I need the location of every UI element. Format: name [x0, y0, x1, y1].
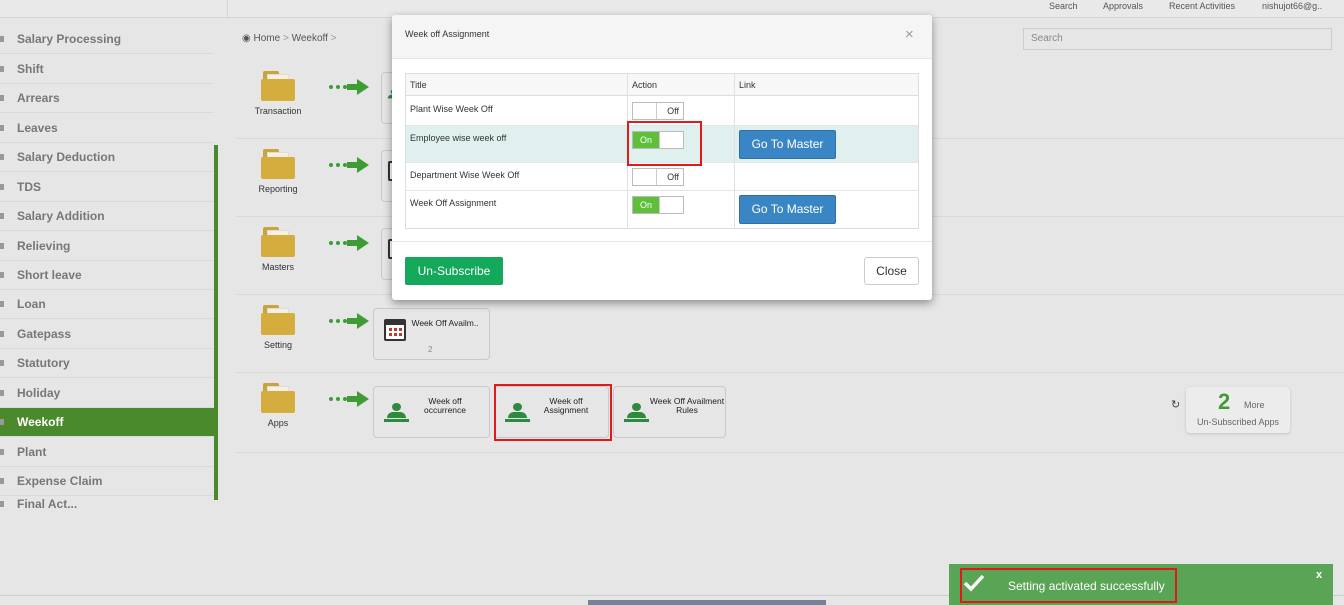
home-icon: ◉: [242, 33, 251, 44]
folder-icon: [261, 227, 295, 257]
row-title: Week Off Assignment: [410, 198, 497, 208]
column-divider: [734, 74, 735, 228]
refresh-icon[interactable]: ↻: [1171, 398, 1180, 411]
toggle-state: Off: [667, 172, 679, 182]
row-setting: Setting Week Off Availm.. 2: [236, 295, 1344, 373]
column-header-title: Title: [406, 74, 628, 96]
row-apps: Apps Week off occurrence Week off Assign…: [236, 373, 1344, 453]
breadcrumb-home[interactable]: Home: [254, 33, 281, 44]
folder-icon: [261, 305, 295, 335]
toast-close-icon[interactable]: x: [1316, 569, 1322, 581]
logo-area: [0, 0, 228, 18]
breadcrumb-separator: >: [282, 33, 289, 44]
modal-header: Week off Assignment ×: [392, 15, 932, 59]
arrow-right-icon: [329, 391, 369, 407]
top-user-link[interactable]: nishujot66@g..: [1262, 1, 1322, 11]
toggle-state: On: [633, 197, 659, 213]
user-icon: [624, 399, 650, 423]
row-label: Reporting: [258, 184, 298, 194]
row-label: Apps: [267, 418, 289, 428]
sidebar: Salary Processing Shift Arrears Leaves S…: [0, 25, 218, 510]
row-label: Setting: [263, 340, 293, 350]
sidebar-item-holiday[interactable]: Holiday: [0, 379, 214, 408]
sidebar-item-shift[interactable]: Shift: [0, 55, 214, 84]
top-recent-activities-link[interactable]: Recent Activities: [1169, 1, 1235, 11]
search-input[interactable]: Search: [1023, 28, 1332, 50]
column-header-action: Action: [628, 74, 735, 96]
more-count: 2: [1218, 389, 1231, 414]
breadcrumb-separator: >: [330, 33, 337, 44]
modal-close-icon[interactable]: ×: [905, 27, 914, 42]
sidebar-item-arrears[interactable]: Arrears: [0, 84, 214, 113]
sidebar-item-salary-processing[interactable]: Salary Processing: [0, 25, 214, 54]
more-label: More: [1244, 400, 1265, 410]
app-card-week-off-availment-rules[interactable]: Week Off Availment Rules: [613, 386, 726, 438]
row-title: Employee wise week off: [410, 133, 507, 143]
sidebar-item-relieving[interactable]: Relieving: [0, 232, 214, 261]
highlight-box: [627, 121, 702, 166]
toggle-week-off-assignment[interactable]: On: [632, 196, 684, 214]
sidebar-item-loan[interactable]: Loan: [0, 290, 214, 319]
sidebar-item-gatepass[interactable]: Gatepass: [0, 320, 214, 349]
sidebar-item-leaves[interactable]: Leaves: [0, 114, 214, 143]
breadcrumb: ◉ Home > Weekoff >: [242, 33, 337, 44]
sidebar-item-salary-deduction[interactable]: Salary Deduction: [0, 143, 214, 172]
sidebar-item-salary-addition[interactable]: Salary Addition: [0, 202, 214, 231]
go-to-master-button[interactable]: Go To Master: [739, 195, 836, 224]
app-card-week-off-availment[interactable]: Week Off Availm.. 2: [373, 308, 490, 360]
sidebar-item-short-leave[interactable]: Short leave: [0, 261, 214, 290]
table-row: Department Wise Week Off Off: [406, 163, 918, 191]
row-title: Plant Wise Week Off: [410, 104, 493, 114]
folder-icon: [261, 383, 295, 413]
sidebar-item-tds[interactable]: TDS: [0, 173, 214, 202]
top-search-link[interactable]: Search: [1049, 1, 1078, 11]
row-label: Masters: [261, 262, 294, 272]
column-header-link: Link: [735, 74, 918, 96]
user-icon: [384, 399, 410, 423]
app-card-week-off-occurrence[interactable]: Week off occurrence: [373, 386, 490, 438]
sidebar-scrollbar[interactable]: [214, 145, 218, 500]
folder-icon: [261, 149, 295, 179]
sidebar-item-final-act[interactable]: Final Act...: [0, 497, 214, 510]
highlight-box: [494, 384, 612, 441]
app-card-count: 2: [428, 345, 433, 354]
sidebar-item-expense-claim[interactable]: Expense Claim: [0, 467, 214, 496]
row-title: Department Wise Week Off: [410, 170, 520, 180]
top-approvals-link[interactable]: Approvals: [1103, 1, 1143, 11]
row-label: Transaction: [254, 106, 302, 116]
close-button[interactable]: Close: [864, 257, 919, 285]
highlight-box: [960, 568, 1177, 603]
arrow-right-icon: [329, 79, 369, 95]
app-card-title: Week off occurrence: [423, 396, 467, 415]
breadcrumb-current[interactable]: Weekoff: [292, 33, 328, 44]
arrow-right-icon: [329, 313, 369, 329]
toggle-plant-wise[interactable]: Off: [632, 102, 684, 120]
sidebar-item-statutory[interactable]: Statutory: [0, 349, 214, 378]
arrow-right-icon: [329, 157, 369, 173]
app-card-title: Week Off Availment Rules: [649, 396, 725, 415]
more-unsubscribed-apps[interactable]: 2 More Un-Subscribed Apps: [1186, 387, 1290, 433]
arrow-right-icon: [329, 235, 369, 251]
calendar-icon: [382, 319, 408, 343]
modal-footer: Un-Subscribe Close: [392, 241, 932, 300]
bottom-tab[interactable]: [588, 600, 826, 605]
toggle-department-wise[interactable]: Off: [632, 168, 684, 186]
toggle-state: Off: [667, 106, 679, 116]
folder-icon: [261, 71, 295, 101]
table-row: Week Off Assignment On Go To Master: [406, 191, 918, 228]
modal-title: Week off Assignment: [405, 29, 490, 39]
sidebar-item-plant[interactable]: Plant: [0, 438, 214, 467]
sidebar-item-weekoff[interactable]: Weekoff: [0, 408, 218, 437]
unsubscribe-button[interactable]: Un-Subscribe: [405, 257, 503, 285]
more-subtitle: Un-Subscribed Apps: [1196, 417, 1280, 427]
app-card-title: Week Off Availm..: [411, 318, 479, 328]
go-to-master-button[interactable]: Go To Master: [739, 130, 836, 159]
